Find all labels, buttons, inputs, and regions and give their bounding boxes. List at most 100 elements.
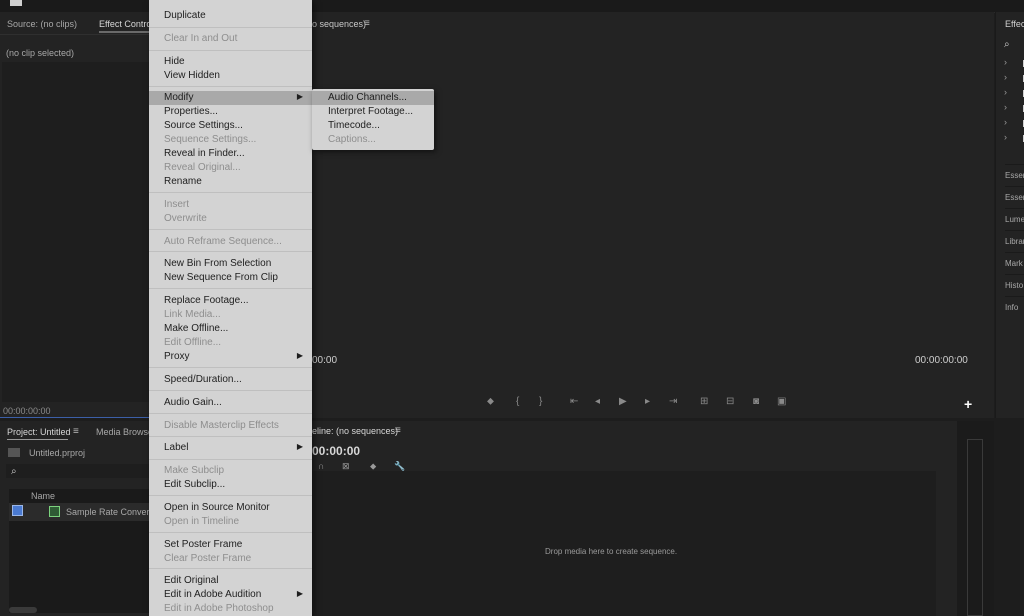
menu-item-hide[interactable]: Hide <box>149 55 312 69</box>
program-menu-icon[interactable]: ≡ <box>364 18 370 29</box>
mark-in-icon[interactable]: { <box>516 396 519 407</box>
timeline-panel: eline: (no sequences) ≡ 00:00:00 ∩ ⊠ ⬥ 🔧… <box>312 421 994 616</box>
submenu-arrow-icon: ▶ <box>296 351 303 360</box>
search-icon[interactable]: ⌕ <box>1004 39 1010 50</box>
play-icon[interactable]: ▶ <box>619 396 627 407</box>
panel-tab-lumetri[interactable]: Lume <box>1005 208 1024 231</box>
horizontal-scrollbar[interactable] <box>9 607 37 613</box>
menu-item-label: Speed/Duration... <box>164 374 242 385</box>
snap-icon[interactable]: ∩ <box>318 461 324 471</box>
menu-separator <box>149 495 312 496</box>
panel-tab-libraries[interactable]: Librar <box>1005 230 1024 253</box>
chevron-right-icon: › <box>1004 72 1007 82</box>
submenu-item-audio-channels[interactable]: Audio Channels... <box>312 91 434 105</box>
menu-item-label: New Sequence From Clip <box>164 272 278 283</box>
menu-item-set-poster-frame[interactable]: Set Poster Frame <box>149 538 312 552</box>
mark-out-icon[interactable]: } <box>539 396 542 407</box>
menu-item-proxy[interactable]: Proxy ▶ <box>149 350 312 364</box>
menu-item-label: Disable Masterclip Effects <box>164 420 279 431</box>
effects-folder-row[interactable]: › <box>1004 117 1024 129</box>
source-playhead-bar[interactable] <box>0 417 150 418</box>
project-menu-icon[interactable]: ≡ <box>73 426 79 437</box>
submenu-item-timecode[interactable]: Timecode... <box>312 119 434 133</box>
menu-item-reveal-original: Reveal Original... <box>149 161 312 175</box>
menu-item-label: Link Media... <box>164 309 221 320</box>
tab-media-browser[interactable]: Media Browse <box>96 427 153 437</box>
tab-active-underline <box>7 439 68 440</box>
menu-item-label: Open in Source Monitor <box>164 502 270 513</box>
menu-item-source-settings[interactable]: Source Settings... <box>149 119 312 133</box>
menu-item-audio-gain[interactable]: Audio Gain... <box>149 396 312 410</box>
menu-item-label: Reveal Original... <box>164 162 241 173</box>
menu-item-auto-reframe: Auto Reframe Sequence... <box>149 235 312 249</box>
timeline-timecode[interactable]: 00:00:00 <box>312 444 360 458</box>
effects-folder-row[interactable]: › <box>1004 102 1024 114</box>
chevron-right-icon: › <box>1004 57 1007 67</box>
menu-item-open-in-source-monitor[interactable]: Open in Source Monitor <box>149 501 312 515</box>
step-forward-icon[interactable]: ▸ <box>645 396 650 407</box>
lift-icon[interactable]: ⊞ <box>700 396 708 407</box>
menu-item-properties[interactable]: Properties... <box>149 105 312 119</box>
go-to-out-icon[interactable]: ⇥ <box>669 396 677 407</box>
timeline-menu-icon[interactable]: ≡ <box>395 425 401 436</box>
panel-tab-markers[interactable]: Mark <box>1005 252 1024 275</box>
add-button[interactable]: + <box>964 396 972 412</box>
audio-meter <box>967 439 983 616</box>
list-item-label[interactable]: Sample Rate Conversio <box>66 507 161 517</box>
submenu-item-interpret-footage[interactable]: Interpret Footage... <box>312 105 434 119</box>
compare-icon[interactable]: ▣ <box>777 396 786 407</box>
menu-item-reveal-in-finder[interactable]: Reveal in Finder... <box>149 147 312 161</box>
menu-item-label: New Bin From Selection <box>164 258 272 269</box>
step-back-icon[interactable]: ◂ <box>595 396 600 407</box>
column-header-name[interactable]: Name <box>31 491 55 501</box>
tab-project[interactable]: Project: Untitled <box>7 427 71 437</box>
menu-item-speed-duration[interactable]: Speed/Duration... <box>149 373 312 387</box>
project-folder-icon <box>8 448 20 457</box>
menu-item-modify[interactable]: Modify ▶ <box>149 91 312 105</box>
menu-item-rename[interactable]: Rename <box>149 175 312 189</box>
menu-item-new-sequence-from-clip[interactable]: New Sequence From Clip <box>149 271 312 285</box>
effects-folder-row[interactable]: › <box>1004 72 1024 84</box>
menu-item-replace-footage[interactable]: Replace Footage... <box>149 294 312 308</box>
program-monitor: o sequences) ≡ 00:00 00:00:00:00 ⬥ { } ⇤… <box>312 12 994 418</box>
panel-tab-essential-sound[interactable]: Essen <box>1005 186 1024 209</box>
panel-tab-history[interactable]: Histo <box>1005 274 1024 297</box>
menu-item-view-hidden[interactable]: View Hidden <box>149 69 312 83</box>
panel-tab-essential-graphics[interactable]: Essen <box>1005 164 1024 187</box>
modify-submenu: Audio Channels... Interpret Footage... Tim… <box>312 89 434 150</box>
label-color-swatch[interactable] <box>12 505 23 516</box>
no-clip-label: (no clip selected) <box>6 48 75 58</box>
camera-icon[interactable]: ◙ <box>753 396 759 407</box>
effects-title[interactable]: Effec <box>1005 19 1024 29</box>
menu-item-edit-subclip[interactable]: Edit Subclip... <box>149 478 312 492</box>
timeline-track-area[interactable] <box>312 471 936 616</box>
menu-item-new-bin-from-selection[interactable]: New Bin From Selection <box>149 257 312 271</box>
menu-item-label: Edit Offline... <box>164 337 222 348</box>
workspace-grip-icon[interactable] <box>10 0 22 6</box>
menu-item-label: Reveal in Finder... <box>164 148 245 159</box>
menu-separator <box>149 367 312 368</box>
menu-item-label: Overwrite <box>164 213 207 224</box>
menu-item-make-offline[interactable]: Make Offline... <box>149 322 312 336</box>
effects-folder-row[interactable]: › <box>1004 132 1024 144</box>
menu-item-insert: Insert <box>149 198 312 212</box>
menu-item-label: Source Settings... <box>164 120 243 131</box>
menu-item-edit-in-photoshop: Edit in Adobe Photoshop <box>149 602 312 616</box>
menu-item-edit-in-audition[interactable]: Edit in Adobe Audition ▶ <box>149 588 312 602</box>
menu-item-label: Properties... <box>164 106 218 117</box>
effects-folder-row[interactable]: › <box>1004 57 1024 69</box>
menu-item-duplicate[interactable]: Duplicate <box>149 9 312 23</box>
tab-source[interactable]: Source: (no clips) <box>7 19 77 29</box>
marker-icon[interactable]: ⬥ <box>487 396 494 407</box>
program-title[interactable]: o sequences) <box>312 19 366 29</box>
menu-item-edit-original[interactable]: Edit Original <box>149 574 312 588</box>
source-panel: Source: (no clips) Effect Controls (no c… <box>0 12 158 418</box>
program-timecode-left[interactable]: 00:00 <box>312 355 337 366</box>
project-search-input[interactable] <box>6 464 150 478</box>
go-to-in-icon[interactable]: ⇤ <box>570 396 578 407</box>
panel-tab-info[interactable]: Info <box>1005 296 1024 319</box>
menu-item-label[interactable]: Label ▶ <box>149 441 312 455</box>
timeline-title[interactable]: eline: (no sequences) <box>312 426 398 436</box>
effects-folder-row[interactable]: › <box>1004 87 1024 99</box>
extract-icon[interactable]: ⊟ <box>726 396 734 407</box>
